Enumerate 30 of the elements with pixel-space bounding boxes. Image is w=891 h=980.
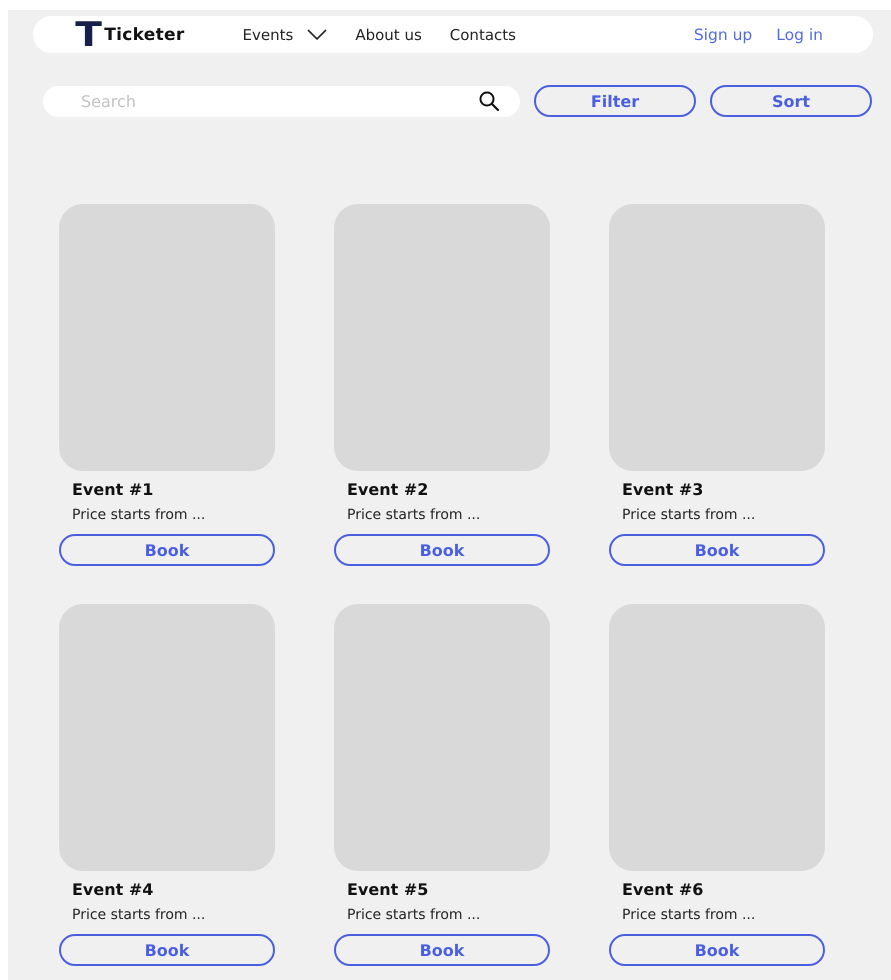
logo-text[interactable]: Ticketer	[104, 24, 185, 44]
event-price: Price starts from ...	[347, 907, 482, 923]
auth-link[interactable]: Log in	[776, 26, 823, 44]
action-button[interactable]: Sort	[710, 85, 872, 117]
book-button[interactable]: Book	[609, 534, 825, 566]
logo-mark[interactable]: T	[75, 20, 102, 50]
event-title: Event #4	[72, 880, 154, 899]
book-button[interactable]: Book	[334, 534, 550, 566]
book-button[interactable]: Book	[59, 534, 275, 566]
book-button[interactable]: Book	[334, 934, 550, 966]
action-button[interactable]: Filter	[534, 85, 696, 117]
event-title: Event #5	[347, 880, 430, 899]
nav-dropdown[interactable]: Events	[242, 26, 328, 44]
caret-icon	[307, 28, 328, 40]
event-price: Price starts from ...	[72, 907, 206, 923]
nav-link[interactable]: About us	[355, 26, 422, 44]
event-title: Event #6	[622, 880, 704, 899]
book-button[interactable]: Book	[59, 934, 275, 966]
event-price: Price starts from ...	[347, 507, 482, 523]
nav-link[interactable]: Contacts	[450, 26, 516, 44]
search-icon[interactable]	[478, 90, 500, 112]
event-title: Event #2	[347, 480, 430, 499]
book-button[interactable]: Book	[609, 934, 825, 966]
event-price: Price starts from ...	[622, 507, 756, 523]
event-price: Price starts from ...	[622, 907, 756, 923]
search-field[interactable]: Search	[43, 86, 520, 116]
event-price: Price starts from ...	[72, 507, 206, 523]
event-title: Event #1	[72, 480, 154, 499]
auth-link[interactable]: Sign up	[694, 26, 752, 44]
event-title: Event #3	[622, 480, 704, 499]
